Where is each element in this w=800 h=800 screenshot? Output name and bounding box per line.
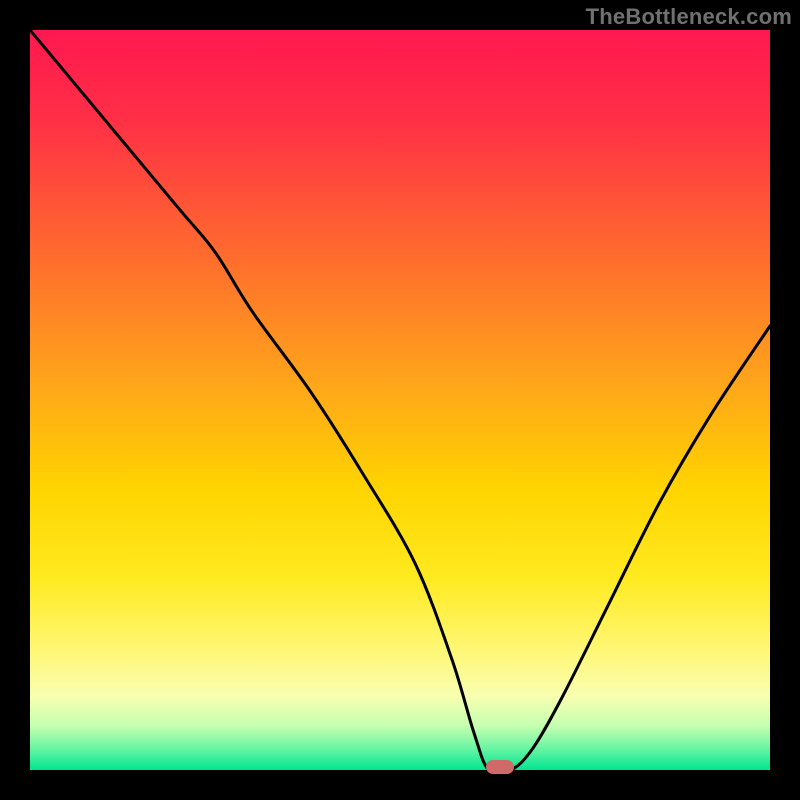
- plot-area: [30, 30, 770, 770]
- attribution-label: TheBottleneck.com: [586, 4, 792, 30]
- gradient-background: [30, 30, 770, 770]
- chart-frame: TheBottleneck.com: [0, 0, 800, 800]
- plot-svg: [30, 30, 770, 770]
- optimal-marker: [486, 760, 514, 774]
